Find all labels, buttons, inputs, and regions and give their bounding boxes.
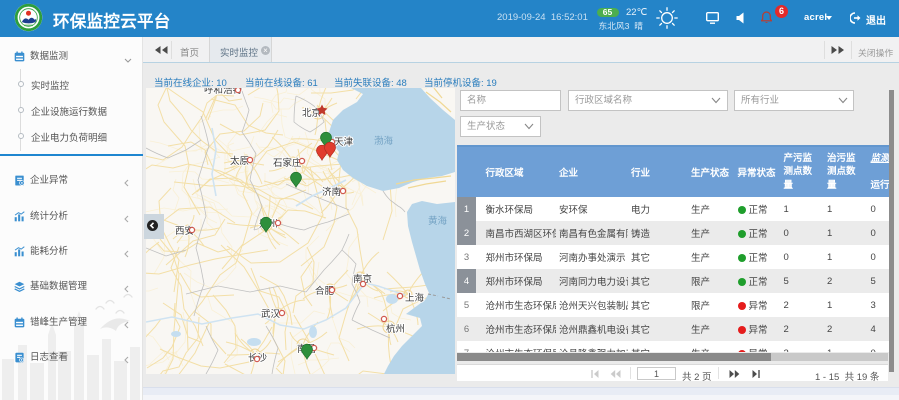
svg-text:上海: 上海 xyxy=(405,292,425,304)
svg-text:天津: 天津 xyxy=(334,137,354,148)
svg-text:黄海: 黄海 xyxy=(428,215,448,227)
svg-text:太原: 太原 xyxy=(230,155,249,167)
svg-text:石家庄: 石家庄 xyxy=(273,157,302,169)
svg-text:渤海: 渤海 xyxy=(374,135,394,147)
svg-text:杭州: 杭州 xyxy=(386,323,405,335)
svg-text:武汉: 武汉 xyxy=(261,308,281,320)
svg-text:济南: 济南 xyxy=(322,186,341,198)
